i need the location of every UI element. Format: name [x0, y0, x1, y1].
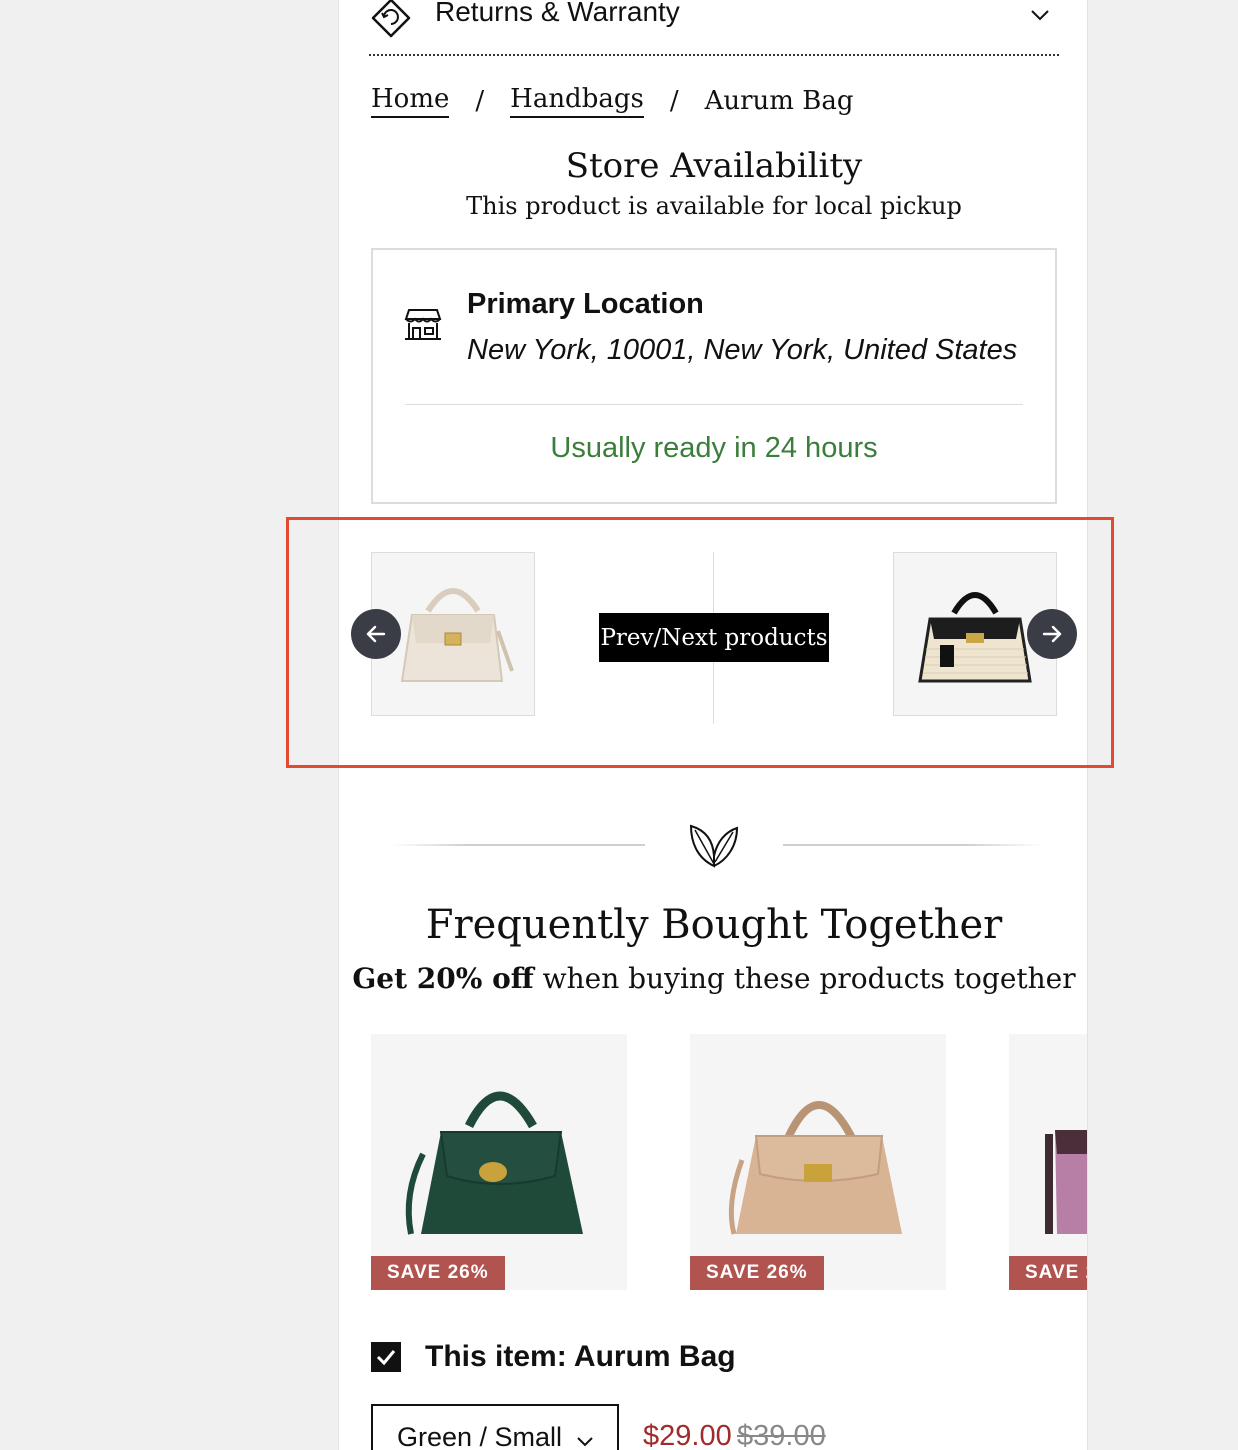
pickup-ready-status: Usually ready in 24 hours [550, 432, 878, 464]
this-item-row: This item: Aurum Bag [371, 1340, 736, 1374]
breadcrumb-current: Aurum Bag [704, 86, 854, 116]
fbt-product-card[interactable]: SAVE 26% [371, 1034, 627, 1290]
save-badge: SAVE 26% [371, 1256, 505, 1290]
decorative-line [783, 844, 1043, 846]
breadcrumb: Home / Handbags / Aurum Bag [371, 84, 853, 118]
location-name: Primary Location [467, 288, 704, 320]
save-badge: SAVE 2 [1009, 1256, 1087, 1290]
fbt-subtitle-rest: when buying these products together [533, 962, 1076, 995]
sale-price: $29.00 [643, 1420, 732, 1450]
decorative-line [391, 844, 645, 846]
leaf-icon [689, 824, 739, 868]
store-icon [404, 309, 442, 340]
this-item-label: This item: Aurum Bag [425, 1340, 736, 1373]
location-address: New York, 10001, New York, United States [467, 334, 1018, 366]
checkmark-icon [376, 1350, 396, 1366]
this-item-checkbox[interactable] [371, 1342, 401, 1372]
breadcrumb-home-link[interactable]: Home [371, 84, 450, 118]
save-badge: SAVE 26% [690, 1256, 824, 1290]
purple-handbag-image [1045, 1130, 1087, 1234]
price-tag-icon [371, 0, 411, 38]
fbt-product-card[interactable]: SAVE 26% [690, 1034, 946, 1290]
store-availability-subtitle: This product is available for local pick… [466, 192, 962, 220]
store-availability-title: Store Availability [565, 146, 863, 186]
variant-select[interactable]: Green / Small [371, 1404, 619, 1450]
fbt-subtitle: Get 20% off when buying these products t… [339, 962, 1087, 995]
breadcrumb-handbags-link[interactable]: Handbags [510, 84, 644, 118]
variant-selected-value: Green / Small [397, 1422, 563, 1450]
highlight-box [286, 517, 1114, 768]
breadcrumb-separator: / [475, 86, 485, 116]
chevron-down-icon [577, 1437, 593, 1447]
returns-warranty-toggle[interactable]: Returns & Warranty [369, 0, 1059, 56]
divider [405, 404, 1023, 405]
breadcrumb-separator: / [669, 86, 679, 116]
store-location-card: Primary Location New York, 10001, New Yo… [371, 248, 1057, 504]
fbt-product-card[interactable]: SAVE 2 [1009, 1034, 1087, 1290]
compare-price: $39.00 [737, 1420, 826, 1450]
chevron-down-icon [1031, 10, 1049, 21]
green-handbag-image [405, 1091, 583, 1235]
returns-warranty-label: Returns & Warranty [435, 0, 680, 27]
fbt-discount-text: Get 20% off [352, 962, 534, 995]
fbt-title: Frequently Bought Together [425, 902, 1003, 948]
beige-handbag-image [728, 1101, 902, 1235]
